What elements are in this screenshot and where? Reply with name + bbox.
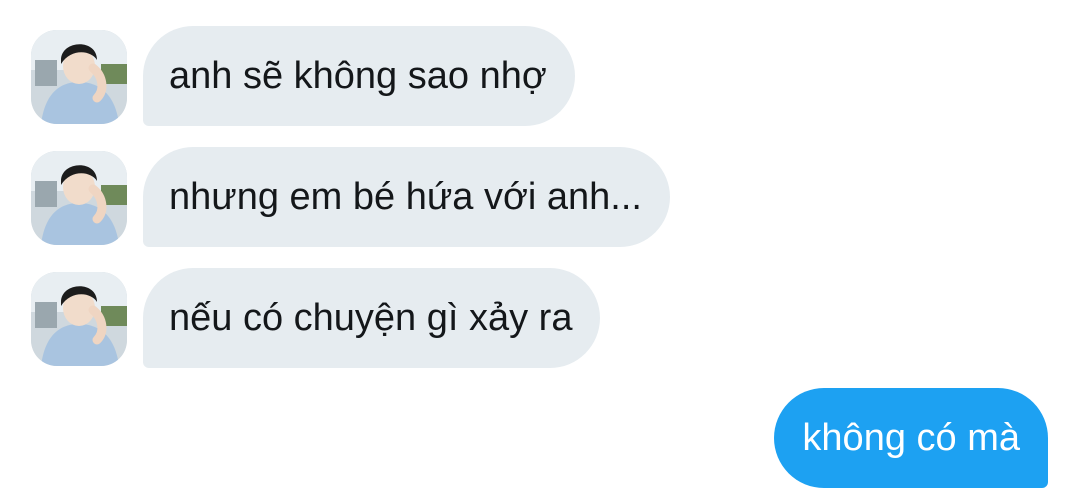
incoming-message-bubble[interactable]: anh sẽ không sao nhợ (143, 26, 575, 126)
message-text: nếu có chuyện gì xảy ra (169, 297, 573, 339)
outgoing-message: không có mà (0, 388, 1080, 488)
incoming-message: nhưng em bé hứa với anh... (0, 147, 1080, 247)
avatar-photo-icon (31, 151, 127, 245)
avatar[interactable] (31, 272, 127, 366)
incoming-message-bubble[interactable]: nếu có chuyện gì xảy ra (143, 268, 601, 368)
message-text: anh sẽ không sao nhợ (169, 55, 547, 97)
message-text: không có mà (802, 417, 1020, 459)
avatar[interactable] (31, 151, 127, 245)
incoming-message: anh sẽ không sao nhợ (0, 26, 1080, 126)
incoming-message: nếu có chuyện gì xảy ra (0, 268, 1080, 368)
outgoing-message-bubble[interactable]: không có mà (774, 388, 1048, 488)
avatar-photo-icon (31, 30, 127, 124)
incoming-message-bubble[interactable]: nhưng em bé hứa với anh... (143, 147, 670, 247)
message-text: nhưng em bé hứa với anh... (169, 176, 642, 218)
avatar-photo-icon (31, 272, 127, 366)
avatar[interactable] (31, 30, 127, 124)
